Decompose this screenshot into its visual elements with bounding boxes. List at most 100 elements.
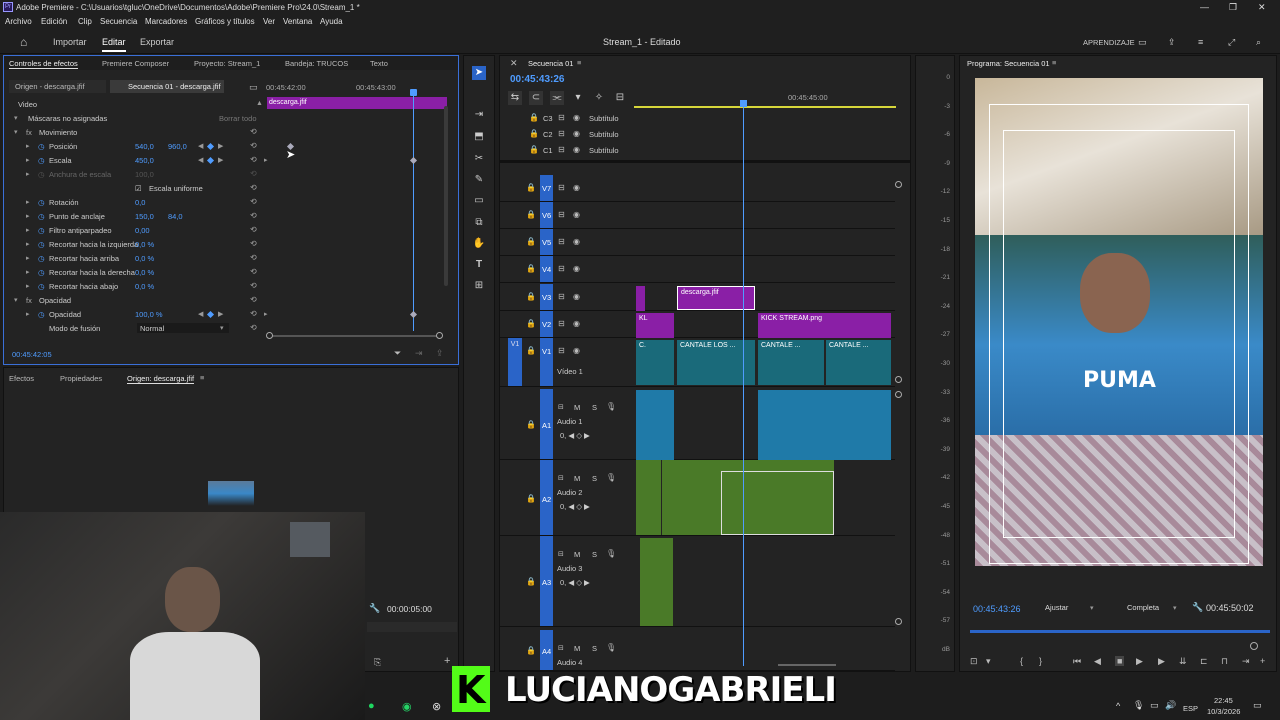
eye-icon[interactable]: ◉ (573, 113, 580, 122)
lock-icon[interactable]: 🔒 (526, 183, 536, 192)
insert-clip-icon[interactable]: ⇊ (1179, 656, 1187, 667)
timeline-hscroll[interactable] (778, 664, 836, 666)
close-tab-icon[interactable]: ✕ (510, 58, 518, 69)
collapse-icon[interactable]: ▲ (256, 100, 263, 107)
reset-uniform-icon[interactable]: ⟲ (250, 183, 257, 192)
reset-row-icon[interactable]: ⟲ (250, 225, 257, 234)
tab-effect-controls[interactable]: Controles de efectos (9, 59, 78, 69)
sync-lock-icon[interactable]: ⊟ (558, 550, 564, 558)
stopwatch-opacity-icon[interactable]: ◷ (38, 310, 45, 319)
menu-ventana[interactable]: Ventana (283, 17, 312, 26)
linked-select-icon[interactable]: ⫘ (550, 91, 564, 105)
clock-time[interactable]: 22:45 (1214, 696, 1233, 705)
ec-vertical-scrollbar[interactable] (444, 106, 448, 286)
masks-chevron-icon[interactable]: ▾ (14, 114, 18, 122)
motion-chevron-icon[interactable]: ▾ (14, 128, 18, 136)
selection-tool-icon[interactable]: ➤ (472, 66, 486, 80)
type-tool-icon[interactable]: T (472, 258, 486, 272)
pen-tool-icon[interactable]: ✎ (472, 173, 486, 187)
sequence-menu-icon[interactable]: ≡ (577, 58, 581, 67)
add-button-icon[interactable]: + (444, 655, 450, 667)
language-indicator[interactable]: ESP (1183, 704, 1198, 713)
lock-icon[interactable]: 🔒 (529, 129, 539, 138)
stopwatch-icon[interactable]: ◷ (38, 268, 45, 277)
source-patch-v1[interactable]: V1 (508, 338, 522, 386)
search-icon[interactable]: ⌕ (1256, 37, 1261, 48)
ec-horizontal-scrollbar[interactable] (269, 335, 441, 337)
sync-lock-icon[interactable]: ⊟ (558, 644, 564, 652)
volume-control[interactable]: 0, ◀ ◇ ▶ (560, 431, 590, 440)
scroll-handle-left[interactable] (266, 332, 273, 339)
lock-icon[interactable]: 🔒 (526, 346, 536, 355)
opacity-chevron-icon[interactable]: ▾ (14, 296, 18, 304)
program-menu-icon[interactable]: ≡ (1052, 58, 1056, 67)
effect-row-value-1[interactable]: 450,0 (135, 156, 154, 165)
eye-icon[interactable]: ◉ (573, 183, 580, 192)
next-kf-icon[interactable]: ▶ (218, 310, 223, 318)
eye-icon[interactable]: ◉ (573, 292, 580, 301)
eye-icon[interactable]: ◉ (573, 346, 580, 355)
stopwatch-icon[interactable]: ◷ (38, 142, 45, 151)
stopwatch-icon[interactable]: ◷ (38, 156, 45, 165)
sync-lock-icon[interactable]: ⊟ (558, 113, 565, 122)
menu-lines-icon[interactable]: ≡ (1198, 37, 1203, 47)
notification-icon[interactable]: ▭ (1253, 700, 1262, 711)
reset-row-icon[interactable]: ⟲ (250, 155, 257, 164)
marker-icon[interactable]: ⊡ (970, 656, 978, 667)
mark-out-icon[interactable]: } (1039, 656, 1042, 666)
dropdown-icon[interactable]: ▾ (986, 656, 991, 667)
filter-icon[interactable]: ⏷ (394, 348, 401, 359)
next-kf-icon[interactable]: ▶ (218, 142, 223, 150)
learning-button[interactable]: APRENDIZAJE (1083, 38, 1135, 47)
row-chevron-icon[interactable]: ▸ (26, 254, 30, 262)
spotify-icon[interactable]: ● (368, 700, 375, 712)
work-area-bar[interactable] (634, 106, 896, 108)
v2-clip-kl[interactable]: KL (636, 313, 674, 338)
quality-select[interactable]: Completa ▾ (1123, 601, 1185, 614)
sync-lock-icon[interactable]: ⊟ (558, 319, 565, 328)
playhead-line[interactable] (743, 106, 744, 666)
solo-button[interactable]: S (592, 474, 597, 483)
add-marker-icon[interactable]: ▾ (571, 91, 585, 105)
add-control-icon[interactable]: + (1260, 656, 1265, 666)
fit-select[interactable]: Ajustar ▾ (1040, 601, 1102, 614)
panel-icon[interactable]: ▭ (1138, 37, 1147, 48)
stopwatch-icon[interactable]: ◷ (38, 254, 45, 263)
home-icon[interactable]: ⌂ (20, 35, 27, 49)
insert-icon[interactable]: ⎘ (374, 657, 381, 668)
share-icon[interactable]: ⇪ (1168, 37, 1176, 48)
track-target[interactable] (540, 338, 553, 386)
volume-icon[interactable]: 🔊 (1165, 700, 1176, 711)
a3-clip[interactable] (640, 538, 673, 626)
solo-button[interactable]: S (592, 403, 597, 412)
next-kf-icon[interactable]: ▶ (218, 156, 223, 164)
lock-icon[interactable]: 🔒 (526, 420, 536, 429)
effect-row-value-1[interactable]: 0,0 % (135, 254, 154, 263)
tab-project[interactable]: Proyecto: Stream_1 (194, 59, 260, 68)
solo-button[interactable]: S (592, 644, 597, 653)
clear-all-button[interactable]: Borrar todo (219, 114, 257, 123)
row-chevron-icon[interactable]: ▸ (26, 142, 30, 150)
v1-clip-2[interactable]: CANTALE ... (758, 340, 824, 385)
xbox-icon[interactable]: ⊗ (432, 700, 441, 713)
reset-row-icon[interactable]: ⟲ (250, 239, 257, 248)
volume-control[interactable]: 0, ◀ ◇ ▶ (560, 502, 590, 511)
effect-row-value-1[interactable]: 0,0 % (135, 268, 154, 277)
sync-lock-icon[interactable]: ⊟ (558, 346, 565, 355)
workspace-importar[interactable]: Importar (53, 37, 87, 47)
stopwatch-icon[interactable]: ◷ (38, 226, 45, 235)
row-chevron-icon[interactable]: ▸ (26, 282, 30, 290)
lock-icon[interactable]: 🔒 (526, 264, 536, 273)
tab-premiere-composer[interactable]: Premiere Composer (102, 59, 169, 68)
row-chevron-icon[interactable]: ▸ (26, 240, 30, 248)
slip-tool-icon[interactable]: ⧉ (472, 216, 486, 230)
tab-text[interactable]: Texto (370, 59, 388, 68)
add-kf-icon[interactable] (206, 142, 215, 151)
mic-icon[interactable]: 🎙 (606, 402, 616, 411)
menu-graficos[interactable]: Gráficos y títulos (195, 17, 255, 26)
v2-clip-kick-stream[interactable]: KICK STREAM.png (758, 313, 891, 338)
stopwatch-icon[interactable]: ◷ (38, 170, 45, 179)
reset-row-icon[interactable]: ⟲ (250, 253, 257, 262)
stopwatch-icon[interactable]: ◷ (38, 282, 45, 291)
opacity-keyframe[interactable] (409, 310, 418, 319)
